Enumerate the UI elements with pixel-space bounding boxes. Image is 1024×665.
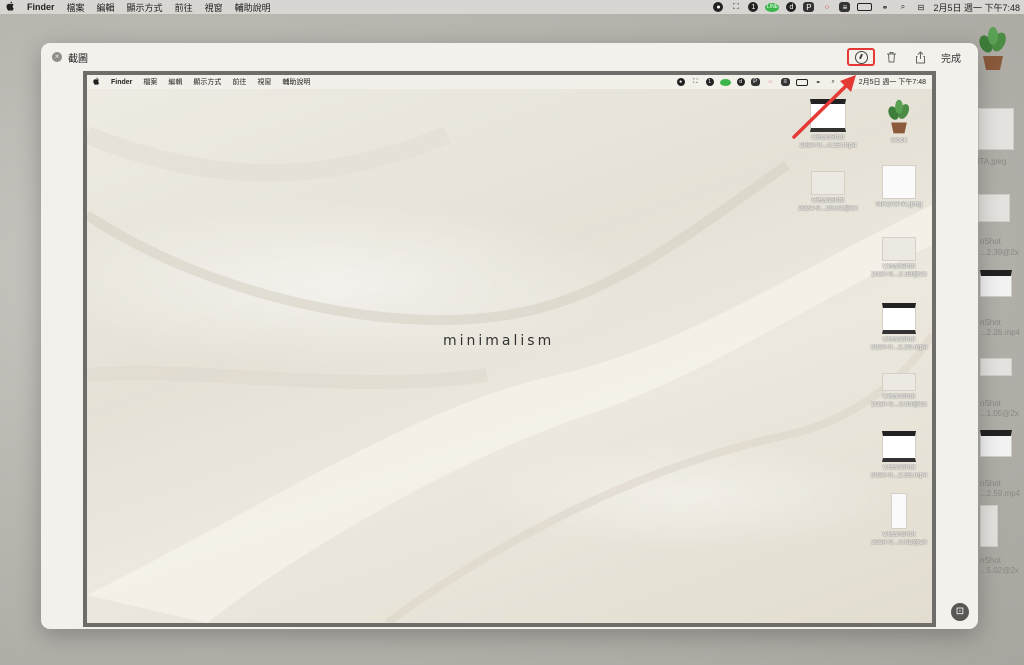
inner-p-icon: P (750, 78, 760, 86)
window-title: 截圖 (68, 54, 88, 65)
background-label: ...2.39@2x (980, 248, 1019, 257)
background-thumbnail (978, 108, 1014, 150)
desktop-icon: CleanShot 2024-0...2.59.mp4 (867, 431, 931, 480)
desktop-icon: CleanShot 2024-0...2.39@2x (867, 237, 931, 279)
inner-app-name: Finder (111, 78, 133, 86)
video-thumbnail (882, 431, 916, 462)
menu-bar: Finder 檔案 編輯 顯示方式 前往 視窗 輔助說明 ● ⛶ 1 LINE … (0, 0, 1024, 14)
apple-menu-icon[interactable] (6, 1, 15, 13)
grab-icon[interactable]: ⛶ (730, 2, 741, 12)
close-button[interactable]: × (52, 52, 62, 62)
inner-apple-icon (93, 77, 100, 87)
background-thumbnail (980, 270, 1012, 297)
fabric-folds (87, 126, 932, 623)
markup-button[interactable] (847, 48, 875, 66)
battery-icon[interactable] (857, 3, 873, 11)
share-icon (915, 50, 925, 63)
screenshot-image: Finder 檔案 編輯 顯示方式 前往 視窗 輔助說明 ● ⛶ 1 d P ⁘… (83, 71, 936, 627)
desktop-icon: CleanShot 2024-0...3.05@2x (867, 373, 931, 409)
menu-file[interactable]: 檔案 (67, 1, 85, 14)
delete-button[interactable] (884, 48, 898, 66)
background-thumbnail (978, 194, 1010, 222)
inner-d-icon: d (736, 78, 745, 86)
p-icon[interactable]: P (803, 2, 815, 12)
background-label: nShot (980, 318, 1001, 327)
inner-list-icon: ≡ (780, 78, 790, 86)
desktop-icon: CleanShot 2024-0...26.01@2x (796, 171, 860, 213)
live-text-icon: ⊡ (955, 606, 965, 617)
document-thumbnail (891, 493, 907, 529)
desktop-icon: MK2A3TA.jpeg (867, 165, 931, 209)
menu-go[interactable]: 前往 (175, 1, 193, 14)
menu-clock[interactable]: 2月5日 週一 下午7:48 (933, 1, 1020, 14)
wallpaper-text: minimalism (443, 333, 555, 349)
background-label: ...2.26.mp4 (980, 328, 1021, 337)
live-text-button[interactable]: ⊡ (951, 603, 969, 621)
inner-link-icon: ⚭ (815, 79, 821, 86)
video-thumbnail (882, 303, 916, 334)
dots-icon[interactable]: ⁘ (821, 2, 832, 12)
inner-dots-icon: ⁘ (767, 79, 773, 86)
control-center-icon[interactable]: ⊟ (915, 2, 926, 12)
background-label: 3TA.jpeg (975, 157, 1007, 166)
menu-app-name[interactable]: Finder (27, 2, 55, 12)
background-label: nShot (980, 399, 1001, 408)
video-thumbnail (810, 99, 846, 132)
background-label: nShot (980, 237, 1001, 246)
image-thumbnail (882, 373, 916, 391)
one-icon[interactable]: 1 (748, 2, 759, 12)
d-icon[interactable]: d (786, 2, 797, 12)
background-label: ...5.02@2x (980, 566, 1019, 575)
image-thumbnail (882, 237, 916, 261)
list-icon[interactable]: ≡ (839, 2, 851, 12)
done-button[interactable]: 完成 (941, 50, 961, 65)
background-label: nShot (980, 479, 1001, 488)
image-thumbnail (811, 171, 845, 195)
inner-search-icon: ⌕ (831, 78, 835, 85)
link-icon[interactable]: ⚭ (879, 2, 890, 12)
line-icon[interactable]: LINE (765, 2, 780, 12)
inner-battery-icon (795, 78, 808, 86)
menu-edit[interactable]: 編輯 (97, 1, 115, 14)
inner-menu-bar: Finder 檔案 編輯 顯示方式 前往 視窗 輔助說明 ● ⛶ 1 d P ⁘… (87, 75, 932, 89)
menu-window[interactable]: 視窗 (205, 1, 223, 14)
inner-control-center-icon: ⊟ (845, 79, 851, 86)
inner-grab-icon: ⛶ (693, 78, 698, 85)
inner-menu-edit: 編輯 (168, 79, 183, 86)
share-button[interactable] (913, 48, 927, 66)
menu-view[interactable]: 顯示方式 (127, 1, 163, 14)
screenshot-window: × 截圖 完成 Finder 檔案 編輯 顯示方式 前往 視窗 輔助說明 ● ⛶… (41, 43, 978, 629)
inner-menu-view: 顯示方式 (193, 79, 222, 86)
inner-line-icon (719, 78, 731, 86)
desktop-icon: CleanShot 2024-0...2.26.mp4 (867, 303, 931, 352)
desktop-icon: Dock (867, 99, 931, 145)
window-titlebar: × 截圖 完成 (41, 43, 978, 71)
background-label: ...2.59.mp4 (980, 489, 1021, 498)
image-thumbnail (882, 165, 916, 199)
inner-record-icon: ● (676, 78, 685, 86)
desktop-icon: CleanShot 2024-0...5.02@2x (867, 493, 931, 547)
inner-menu-file: 檔案 (143, 79, 158, 86)
desktop-icon: CleanShot 2024-0...4.23.mp4 (796, 99, 860, 150)
background-thumbnail (980, 358, 1012, 376)
inner-menu-help: 輔助說明 (282, 79, 311, 86)
plant-icon (979, 27, 1006, 70)
background-label: ...1.05@2x (980, 409, 1019, 418)
record-icon[interactable]: ● (713, 2, 724, 12)
background-thumbnail (980, 505, 998, 547)
inner-menu-go: 前往 (232, 79, 247, 86)
plant-icon (888, 99, 910, 134)
trash-icon (886, 52, 896, 63)
background-label: nShot (980, 556, 1001, 565)
menu-help[interactable]: 輔助說明 (235, 1, 271, 14)
inner-menu-window: 視窗 (257, 79, 272, 86)
inner-one-icon: 1 (705, 78, 714, 86)
markup-icon (854, 50, 868, 64)
search-icon[interactable]: ⌕ (897, 2, 908, 12)
inner-clock: 2月5日 週一 下午7:48 (858, 79, 926, 86)
background-thumbnail (980, 430, 1012, 457)
